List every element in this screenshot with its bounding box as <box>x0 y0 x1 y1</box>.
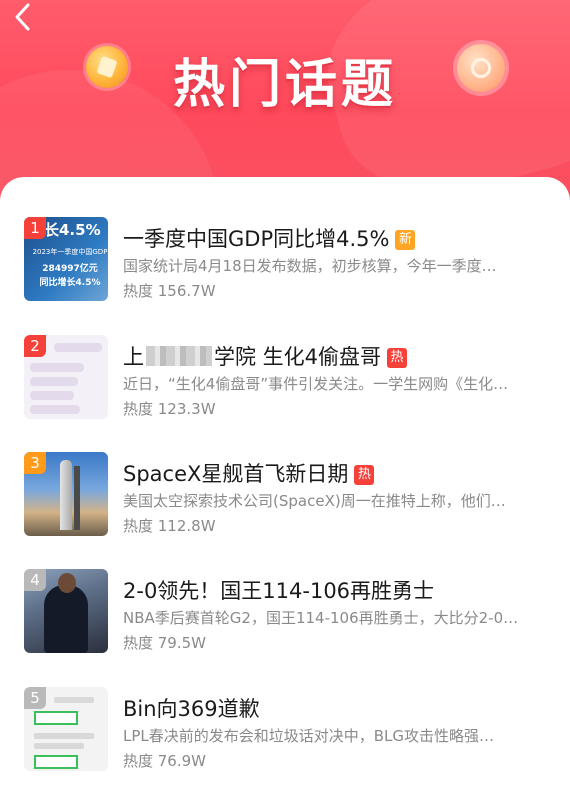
new-badge: 新 <box>395 230 416 250</box>
topic-title-text: 上 <box>123 345 144 369</box>
topic-title: 2-0领先！国王114-106再胜勇士 <box>123 575 434 605</box>
topic-description: 美国太空探索技术公司(SpaceX)周一在推特上称，他们… <box>123 492 506 510</box>
rank-badge: 3 <box>24 452 46 474</box>
player-image <box>44 585 88 653</box>
topic-thumbnail: 长4.5% 2023年一季度中国GDP 284997亿元 同比增长4.5% 1 <box>24 217 108 301</box>
player-image <box>58 573 76 593</box>
topic-title-text: 2-0领先！国王114-106再胜勇士 <box>123 579 435 603</box>
topic-title: Bin向369道歉 <box>123 693 260 723</box>
topic-list: 长4.5% 2023年一季度中国GDP 284997亿元 同比增长4.5% 1 … <box>0 177 570 797</box>
thumbnail-text: 284997亿元 <box>42 264 98 274</box>
topic-title: 一季度中国GDP同比增4.5% 新 <box>123 223 416 253</box>
topic-thumbnail: 3 <box>24 452 108 536</box>
text-line <box>34 733 94 739</box>
topic-description: LPL春决前的发布会和垃圾话对决中，BLG攻击性略强… <box>123 727 495 745</box>
chat-bubble <box>30 363 84 372</box>
highlight-box <box>34 711 78 725</box>
topic-description: 近日，“生化4偷盘哥”事件引发关注。一学生网购《生化… <box>123 375 509 393</box>
topic-title: SpaceX星舰首飞新日期热 <box>123 458 375 488</box>
topic-description: 国家统计局4月18日发布数据，初步核算，今年一季度… <box>123 257 497 275</box>
rank-badge: 4 <box>24 569 46 591</box>
topic-item[interactable]: 2 上 学院 生化4偷盘哥热 近日，“生化4偷盘哥”事件引发关注。一学生网购《生化… <box>0 335 570 435</box>
header-banner: 热门话题 <box>0 0 570 200</box>
topic-title-text: 学院 生化4偷盘哥 <box>214 345 382 369</box>
topic-thumbnail: 4 <box>24 569 108 653</box>
topic-title: 上 学院 生化4偷盘哥热 <box>123 341 408 371</box>
chat-bubble <box>30 377 78 386</box>
topic-title-text: Bin向369道歉 <box>123 697 260 721</box>
thumbnail-text: 2023年一季度中国GDP <box>32 248 108 256</box>
text-line <box>54 697 94 703</box>
topic-thumbnail: 5 <box>24 687 108 771</box>
blurred-text <box>146 346 212 366</box>
chat-bubble <box>30 391 74 400</box>
text-line <box>34 743 84 749</box>
topic-heat: 热度 123.3W <box>123 400 216 418</box>
hot-badge: 热 <box>354 465 375 485</box>
launch-tower-image <box>74 466 80 530</box>
topic-item[interactable]: 4 2-0领先！国王114-106再胜勇士 NBA季后赛首轮G2，国王114-1… <box>0 569 570 669</box>
topic-thumbnail: 2 <box>24 335 108 419</box>
topic-title-text: 一季度中国GDP同比增4.5% <box>123 227 390 251</box>
topic-description: NBA季后赛首轮G2，国王114-106再胜勇士，大比分2-0… <box>123 609 519 627</box>
hot-badge: 热 <box>387 348 408 368</box>
topic-item[interactable]: 5 Bin向369道歉 LPL春决前的发布会和垃圾话对决中，BLG攻击性略强… … <box>0 687 570 787</box>
topic-heat: 热度 76.9W <box>123 752 206 770</box>
topic-heat: 热度 79.5W <box>123 634 206 652</box>
thumbnail-text: 长4.5% <box>44 221 101 239</box>
topic-item[interactable]: 3 SpaceX星舰首飞新日期热 美国太空探索技术公司(SpaceX)周一在推特… <box>0 452 570 552</box>
topic-heat: 热度 156.7W <box>123 282 216 300</box>
page-title: 热门话题 <box>172 55 397 115</box>
topic-heat: 热度 112.8W <box>123 517 216 535</box>
rank-badge: 1 <box>24 217 46 239</box>
topic-item[interactable]: 长4.5% 2023年一季度中国GDP 284997亿元 同比增长4.5% 1 … <box>0 217 570 317</box>
chat-bubble <box>30 405 80 414</box>
thumbnail-text: 同比增长4.5% <box>39 278 101 288</box>
chat-bubble <box>54 343 102 352</box>
topic-title-text: SpaceX星舰首飞新日期 <box>123 462 349 486</box>
rank-badge: 2 <box>24 335 46 357</box>
highlight-box <box>34 755 78 769</box>
chevron-left-icon[interactable] <box>12 2 42 32</box>
rocket-image <box>60 460 72 530</box>
rank-badge: 5 <box>24 687 46 709</box>
